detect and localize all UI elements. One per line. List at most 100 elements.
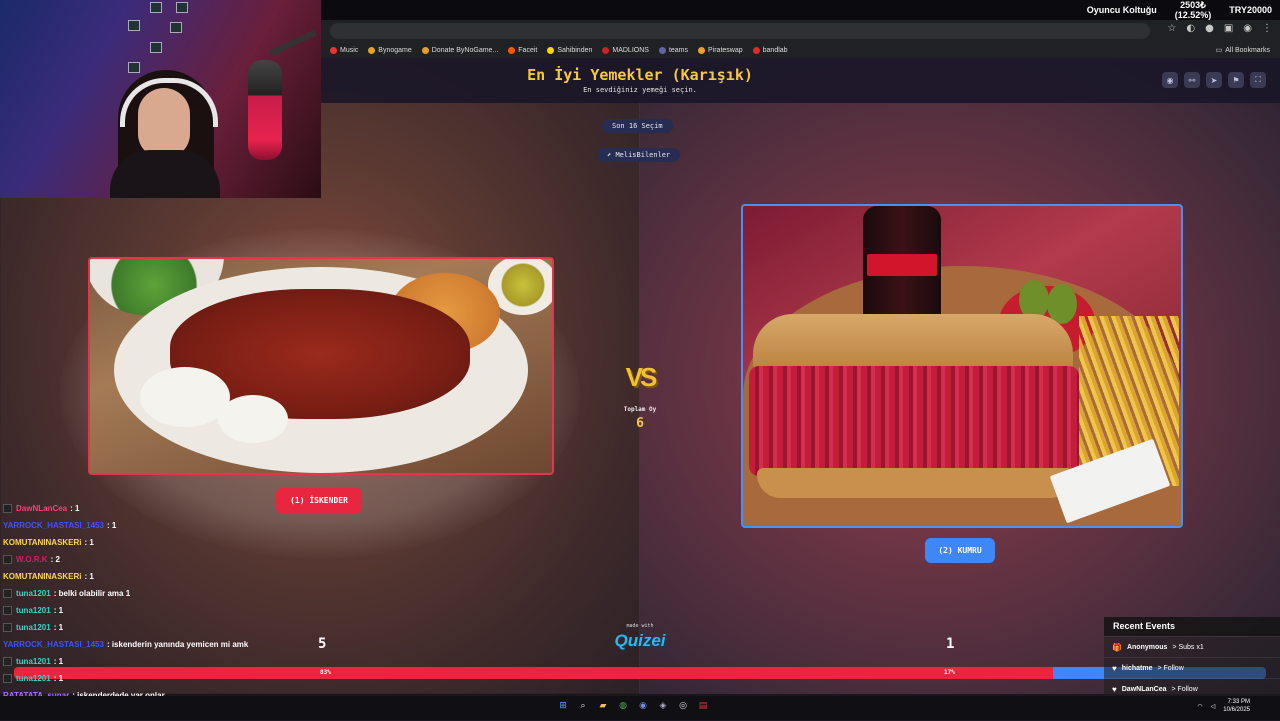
flag-icon[interactable]: ⚑ bbox=[1228, 72, 1244, 88]
chat-message: tuna1201: 1 bbox=[3, 602, 333, 619]
bookmark-icon bbox=[698, 46, 705, 54]
ticker-target: TRY20000 bbox=[1229, 5, 1272, 15]
bookmark-icon bbox=[658, 46, 666, 54]
chat-username[interactable]: tuna1201 bbox=[16, 589, 51, 598]
chat-message: W.O.R.K: 2 bbox=[3, 551, 333, 568]
share-icon[interactable]: ➤ bbox=[1206, 72, 1222, 88]
chat-username[interactable]: tuna1201 bbox=[16, 606, 51, 615]
chat-username[interactable]: tuna1201 bbox=[16, 623, 51, 632]
chat-badge-icon bbox=[3, 674, 12, 683]
clock-date: 10/6/2025 bbox=[1223, 707, 1250, 713]
windows-start-icon[interactable]: ⊞ bbox=[556, 699, 570, 713]
heart-icon: ♥ bbox=[1112, 663, 1117, 673]
chat-text: : 1 bbox=[53, 657, 64, 666]
bookmark-item[interactable]: Pirateswap bbox=[698, 46, 743, 54]
wall-frame bbox=[128, 20, 140, 31]
gift-icon: 🎁 bbox=[1112, 642, 1122, 652]
webcam-overlay bbox=[0, 0, 321, 198]
heart-icon: ♥ bbox=[1112, 684, 1117, 694]
bookmark-item[interactable]: MADLIONS bbox=[602, 46, 649, 54]
steam-icon[interactable]: ◈ bbox=[656, 699, 670, 713]
profile-icon[interactable]: ◉ bbox=[1243, 23, 1252, 34]
mic-arm bbox=[269, 29, 317, 57]
vote-percent-right: 17% bbox=[944, 669, 955, 676]
bookmark-item[interactable]: Bynogame bbox=[368, 46, 412, 54]
chat-message: tuna1201: 1 bbox=[3, 653, 333, 670]
chat-message: tuna1201: 1 bbox=[3, 619, 333, 636]
address-bar[interactable] bbox=[330, 23, 1150, 39]
cola-label bbox=[867, 254, 937, 276]
extension-icon[interactable]: ● bbox=[1205, 23, 1214, 34]
all-bookmarks-button[interactable]: ▭ All Bookmarks bbox=[1216, 42, 1270, 58]
bookmark-item[interactable]: bandlab bbox=[752, 46, 788, 54]
chat-badge-icon bbox=[3, 504, 12, 513]
chat-username[interactable]: W.O.R.K bbox=[16, 555, 48, 564]
yogurt bbox=[140, 367, 230, 427]
chat-text: : 1 bbox=[53, 674, 64, 683]
chat-message: DawNLanCea: 1 bbox=[3, 500, 333, 517]
bookmark-item[interactable]: Sahibinden bbox=[547, 46, 592, 54]
bun-top bbox=[753, 314, 1073, 374]
eye-icon[interactable]: ◉ bbox=[1162, 72, 1178, 88]
extension-icon[interactable]: ◐ bbox=[1186, 23, 1195, 34]
round-badge: Son 16 Seçim bbox=[602, 119, 673, 133]
bookmark-icon bbox=[752, 46, 760, 54]
puzzle-icon[interactable]: ▣ bbox=[1224, 23, 1233, 34]
bookmark-item[interactable]: Music bbox=[330, 46, 358, 54]
bun-bottom bbox=[757, 468, 1073, 498]
wall-frame bbox=[128, 62, 140, 73]
discord-icon[interactable]: ◉ bbox=[636, 699, 650, 713]
bookmark-item[interactable]: Donate ByNoGame... bbox=[421, 46, 498, 54]
chat-username[interactable]: YARROCK_HASTASI_1453 bbox=[3, 640, 104, 649]
microphone bbox=[248, 60, 282, 160]
obs-icon[interactable]: ◎ bbox=[676, 699, 690, 713]
wifi-icon[interactable]: ◠ bbox=[1197, 703, 1202, 710]
choice-card-right[interactable] bbox=[741, 204, 1183, 528]
bookmark-icon bbox=[368, 46, 376, 54]
app-icon[interactable]: ▤ bbox=[696, 699, 710, 713]
file-explorer-icon[interactable]: ▰ bbox=[596, 699, 610, 713]
star-icon[interactable]: ☆ bbox=[1167, 23, 1176, 34]
bookmark-item[interactable]: Faceit bbox=[508, 46, 537, 54]
chat-badge-icon bbox=[3, 657, 12, 666]
chat-message: tuna1201: 1 bbox=[3, 670, 333, 687]
search-icon[interactable]: ⌕ bbox=[576, 699, 590, 713]
chrome-icon[interactable]: ◍ bbox=[616, 699, 630, 713]
clock[interactable]: 7:33 PM 10/6/2025 bbox=[1223, 698, 1250, 714]
fullscreen-icon[interactable]: ⛶ bbox=[1250, 72, 1266, 88]
creator-badge[interactable]: ⬈ MelisBilenler bbox=[597, 148, 681, 162]
chat-username[interactable]: tuna1201 bbox=[16, 657, 51, 666]
chat-text: : belki olabilir ama 1 bbox=[53, 589, 131, 598]
chat-username[interactable]: KOMUTANINASKERi bbox=[3, 538, 82, 547]
chat-text: : 1 bbox=[70, 504, 80, 513]
recent-events-title: Recent Events bbox=[1104, 617, 1280, 636]
chat-message: YARROCK_HASTASI_1453: iskenderin yanında… bbox=[3, 636, 333, 653]
link-icon[interactable]: ⚯ bbox=[1184, 72, 1200, 88]
chat-username[interactable]: DawNLanCea bbox=[16, 504, 67, 513]
bookmark-item[interactable]: teams bbox=[658, 46, 688, 54]
made-with-label: made with bbox=[626, 623, 654, 629]
quizei-logo[interactable]: Quizei bbox=[605, 631, 675, 651]
total-votes-label: Toplam Oy bbox=[623, 406, 657, 413]
menu-icon[interactable]: ⋮ bbox=[1262, 23, 1272, 34]
choice-card-left[interactable] bbox=[88, 257, 554, 475]
chat-username[interactable]: tuna1201 bbox=[16, 674, 51, 683]
header-actions: ◉ ⚯ ➤ ⚑ ⛶ bbox=[1162, 72, 1266, 88]
event-action: > Follow bbox=[1171, 685, 1198, 693]
choice-button-right[interactable]: (2) KUMRU bbox=[925, 538, 995, 563]
event-user: DawNLanCea bbox=[1121, 685, 1167, 693]
wall-frame bbox=[150, 42, 162, 53]
chat-message: KOMUTANINASKERi: 1 bbox=[3, 568, 333, 585]
bookmark-icon bbox=[330, 46, 337, 54]
wall-frame bbox=[176, 2, 188, 13]
vs-badge: VS bbox=[625, 361, 658, 392]
system-tray: ◠ ◁ 7:33 PM 10/6/2025 bbox=[1197, 698, 1250, 714]
chat-message: KOMUTANINASKERi: 1 bbox=[3, 534, 333, 551]
sausage-filling bbox=[749, 366, 1079, 476]
chat-username[interactable]: KOMUTANINASKERi bbox=[3, 572, 82, 581]
chat-username[interactable]: YARROCK_HASTASI_1453 bbox=[3, 521, 104, 530]
event-user: hichatme bbox=[1121, 664, 1153, 672]
center-divider bbox=[639, 103, 640, 694]
volume-icon[interactable]: ◁ bbox=[1211, 703, 1216, 710]
yogurt bbox=[218, 395, 288, 443]
